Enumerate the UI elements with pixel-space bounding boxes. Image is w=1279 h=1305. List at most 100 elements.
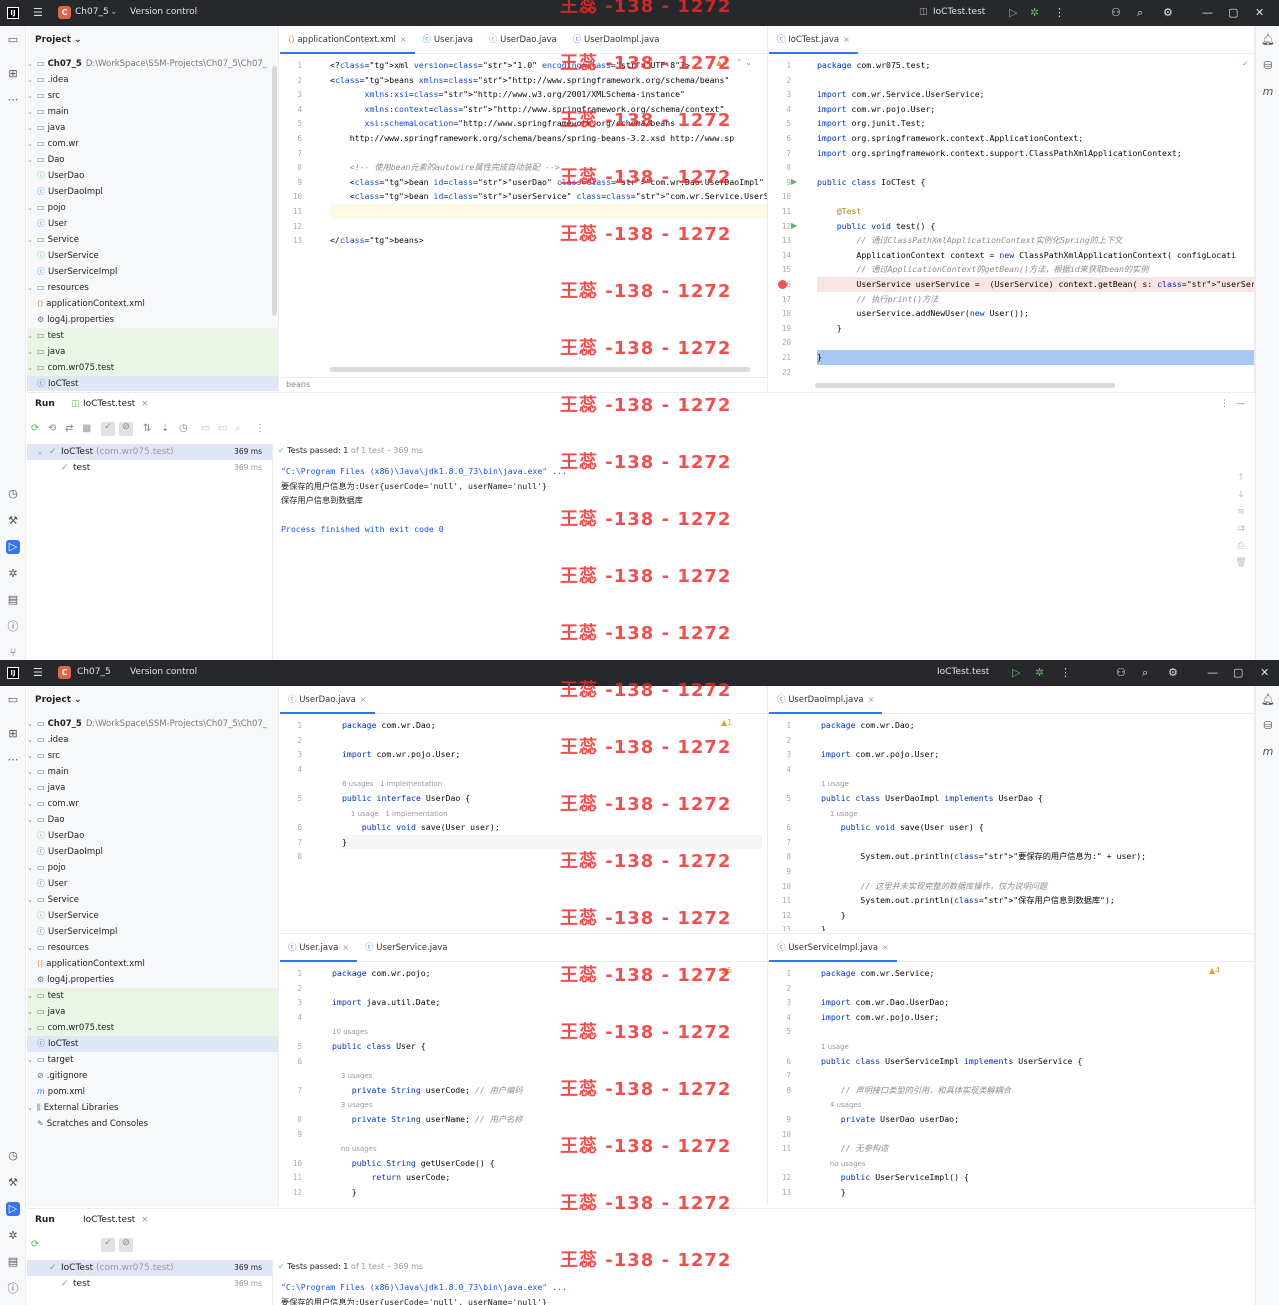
add-user-icon[interactable]: ⚇ [1116, 666, 1126, 679]
notifications-icon[interactable]: 🔔︎ [1261, 693, 1275, 707]
show-passed-icon[interactable]: ✓ [101, 1238, 115, 1252]
editor-userserviceimpl[interactable]: ⓒ UserServiceImpl.java × ▲4 1 package com.… [769, 933, 1255, 1205]
tree-item[interactable]: ⌄ ▭ java [27, 120, 278, 136]
more-icon[interactable]: ⋮ [1060, 666, 1071, 679]
build-tool-icon[interactable]: ⚒ [6, 1176, 20, 1190]
hide-panel-icon[interactable]: — [1236, 393, 1245, 415]
terminal-tool-icon[interactable]: ▤ [6, 1255, 20, 1269]
tree-item[interactable]: ⌄ ▭ java [27, 780, 278, 796]
tree-item[interactable]: ⓘ UserDao [27, 168, 278, 184]
notifications-icon[interactable]: 🔔︎ [1261, 33, 1275, 47]
vcs-widget[interactable]: Version control [130, 7, 197, 17]
tree-item[interactable]: ⌄ ▭ resources [27, 940, 278, 956]
tree-item[interactable]: ⌄ ▭ Ch07_5 D:\WorkSpace\SSM-Projects\Ch07_5… [27, 56, 278, 72]
run-config-selector[interactable]: IoCTest.test [937, 667, 989, 677]
sort-duration-icon[interactable]: ⇣ [161, 423, 169, 434]
close-tab-icon[interactable]: × [141, 1209, 149, 1231]
run-icon[interactable]: ▷ [1012, 666, 1020, 679]
tree-item[interactable]: ⚙ log4j.properties [27, 312, 278, 328]
breadcrumb[interactable]: beans [280, 377, 767, 391]
more-icon[interactable]: ⋮ [1054, 6, 1065, 19]
tree-item[interactable]: ⌄ ▭ src [27, 88, 278, 104]
tree-item[interactable]: ⌄ ▭ test [27, 988, 278, 1004]
test-root-row[interactable]: ⌄ ✓ IoCTest (com.wr075.test) 369 ms [27, 444, 272, 460]
tree-item[interactable]: ⌄ ▭ Ch07_5 D:\WorkSpace\SSM-Projects\Ch07_5… [27, 716, 278, 732]
rerun-icon[interactable]: ⟳ [31, 423, 39, 434]
tree-item[interactable]: ⌄ ▭ resources [27, 280, 278, 296]
app-logo-icon[interactable]: IJ [7, 7, 19, 19]
tree-item[interactable]: ⓒ User [27, 876, 278, 892]
tree-item[interactable]: ⌄ ▭ main [27, 104, 278, 120]
services-tool-icon[interactable]: ◷ [6, 1149, 20, 1163]
chevron-down-icon[interactable]: ⌄ [27, 328, 37, 344]
maven-icon[interactable]: m [1261, 85, 1275, 99]
more-tools-icon[interactable]: ⋯ [6, 93, 20, 107]
chevron-down-icon[interactable]: ⌄ [27, 152, 37, 168]
tree-item[interactable]: ⌄ ▭ .idea [27, 72, 278, 88]
console-side-toolbar[interactable]: ↑ ↓ ≡ ⇉ ⎙ 🗑︎ [1235, 470, 1247, 572]
run-tool-icon[interactable]: ▷ [6, 540, 20, 554]
userdaoimpl-code[interactable]: 1 package com.wr.Dao; 2 3 import com.wr.pojo… [769, 714, 1254, 931]
chevron-down-icon[interactable]: ⌄ [27, 280, 37, 296]
settings-icon[interactable]: ⚙ [1168, 666, 1178, 679]
editor-tab[interactable]: ⓒ UserService.java [357, 934, 456, 962]
tree-item[interactable]: m pom.xml [27, 1084, 278, 1100]
chevron-down-icon[interactable]: ⌄ [27, 120, 37, 136]
tree-item[interactable]: ⌄ ▭ com.wr075.test [27, 360, 278, 376]
test-child-row[interactable]: ✓ test 369 ms [27, 460, 272, 476]
rerun-failed-icon[interactable]: ⟲ [48, 423, 56, 434]
build-tool-icon[interactable]: ⚒ [6, 514, 20, 528]
show-ignored-icon[interactable]: ⊘ [119, 422, 133, 436]
main-menu-icon[interactable]: ☰ [33, 6, 43, 19]
editor-tab[interactable]: ⓒ UserDao.java [481, 26, 565, 54]
minimize-icon[interactable]: — [1207, 666, 1218, 679]
chevron-down-icon[interactable]: ⌄ [27, 796, 37, 812]
chevron-down-icon[interactable]: ⌄ [27, 892, 37, 908]
add-user-icon[interactable]: ⚇ [1111, 6, 1121, 19]
chevron-down-icon[interactable]: ⌄ [27, 1020, 37, 1036]
close-window-icon[interactable]: ✕ [1260, 666, 1269, 679]
tree-item[interactable]: ⓒ IoCTest [27, 1036, 278, 1052]
editor-tab[interactable]: ⓒ UserServiceImpl.java × [769, 934, 897, 962]
project-panel-title[interactable]: Project ⌄ [27, 26, 278, 54]
chevron-down-icon[interactable]: ⌄ [27, 88, 37, 104]
problems-tool-icon[interactable]: ⓘ [6, 620, 20, 634]
chevron-down-icon[interactable]: ⌄ [27, 104, 37, 120]
tree-item[interactable]: ⌄ ▭ .idea [27, 732, 278, 748]
chevron-down-icon[interactable]: ⌄ [27, 940, 37, 956]
run-tool-icon[interactable]: ▷ [6, 1202, 20, 1216]
console[interactable]: ✓ Tests passed: 1 of 1 test – 369 ms "C:… [274, 442, 1255, 660]
tree-item[interactable]: ⌄ ▭ java [27, 1004, 278, 1020]
tree-item[interactable]: ⓒ User [27, 216, 278, 232]
tree-item[interactable]: ✎ Scratches and Consoles [27, 1116, 278, 1132]
project-switcher[interactable]: Ch07_5 [77, 667, 111, 677]
problems-tool-icon[interactable]: ⓘ [6, 1282, 20, 1296]
run-test-icon[interactable]: ▶ [791, 221, 797, 230]
project-panel-title[interactable]: Project ⌄ [27, 686, 278, 714]
chevron-down-icon[interactable]: ⌄ [27, 232, 37, 248]
terminal-tool-icon[interactable]: ▤ [6, 593, 20, 607]
import-icon[interactable]: ▭ [218, 423, 227, 434]
userserviceimpl-code[interactable]: 1 package com.wr.Service; 2 3 import com.wr.… [769, 962, 1254, 1205]
chevron-down-icon[interactable]: ⌄ [27, 1100, 37, 1116]
tree-item[interactable]: ⌄ ▭ Service [27, 892, 278, 908]
more-tools-icon[interactable]: ⋯ [6, 753, 20, 767]
debug-tool-icon[interactable]: ✲ [6, 1229, 20, 1243]
run-test-icon[interactable]: ▶ [791, 177, 797, 186]
tree-item[interactable]: ⚙ log4j.properties [27, 972, 278, 988]
chevron-down-icon[interactable]: ⌄ [27, 812, 37, 828]
tree-item[interactable]: ⓘ UserDao [27, 828, 278, 844]
close-window-icon[interactable]: ✕ [1255, 6, 1264, 19]
tree-item[interactable]: ⟨⟩ applicationContext.xml [27, 296, 278, 312]
show-passed-icon[interactable]: ✓ [101, 422, 115, 436]
tree-item[interactable]: ⓒ IoCTest [27, 376, 278, 391]
tree-item[interactable]: ⌄ ▭ Dao [27, 812, 278, 828]
ioctest-code[interactable]: 1 package com.wr075.test; 2 3 import com.wr.… [769, 54, 1254, 391]
services-tool-icon[interactable]: ◷ [6, 487, 20, 501]
database-icon[interactable]: ⛁ [1261, 719, 1275, 733]
app-logo-icon[interactable]: IJ [7, 667, 19, 679]
tree-item[interactable]: ⌄ ▭ com.wr [27, 796, 278, 812]
chevron-down-icon[interactable]: ⌄ [27, 860, 37, 876]
project-tool-icon[interactable]: ▭ [6, 33, 20, 47]
tree-item[interactable]: ⌄ ▭ Service [27, 232, 278, 248]
